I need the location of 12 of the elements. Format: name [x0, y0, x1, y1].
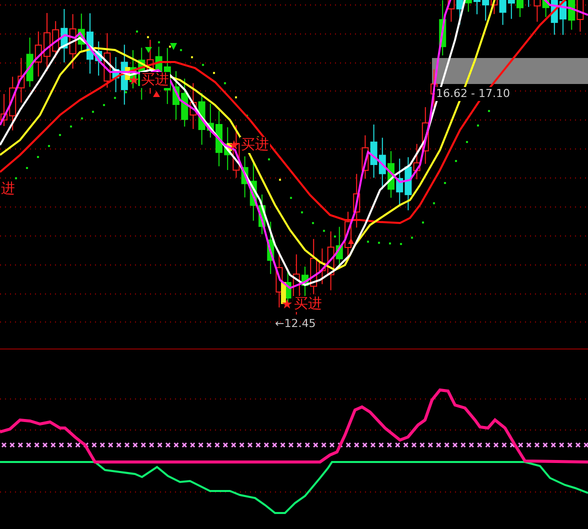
buy-signal-label: 买进: [140, 72, 170, 88]
buy-triangle-icon: [153, 91, 160, 97]
signal-candle: [281, 282, 286, 304]
buy-signal-label: 进: [0, 181, 16, 197]
buy-triangle-icon: [348, 238, 354, 244]
buy-signal-label: 买进: [240, 137, 270, 153]
buy-signal-label: 买进: [293, 296, 323, 312]
low-price-label: ←12.45: [275, 317, 316, 331]
sell-triangle-icon: [170, 43, 177, 50]
price-range-label: 16.62 - 17.10: [435, 87, 511, 101]
signal-candle: [125, 67, 130, 80]
sell-triangle-icon: [145, 47, 152, 53]
